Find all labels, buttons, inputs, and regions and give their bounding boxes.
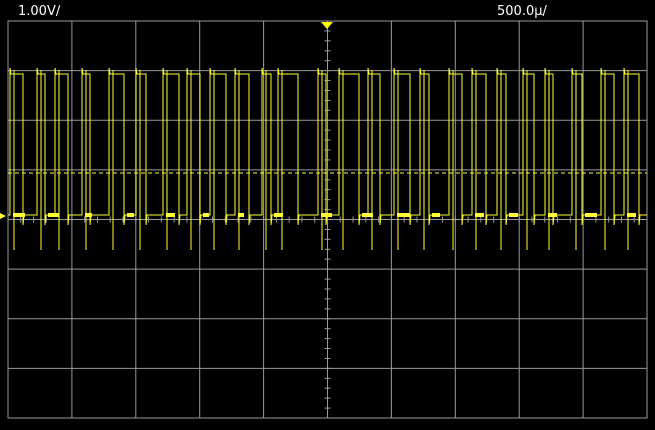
noise-burst xyxy=(627,213,636,217)
noise-burst xyxy=(548,213,557,217)
noise-burst xyxy=(127,213,134,217)
noise-burst xyxy=(362,213,373,217)
noise-burst xyxy=(432,213,440,217)
waveform-screen xyxy=(0,20,648,419)
noise-burst xyxy=(238,213,244,217)
oscilloscope-display: 1.00V/ 500.0µ/ xyxy=(0,0,655,430)
noise-burst xyxy=(166,213,175,217)
noise-burst xyxy=(397,213,410,217)
noise-burst xyxy=(321,213,332,217)
noise-burst xyxy=(509,213,518,217)
noise-burst xyxy=(203,213,209,217)
noise-burst xyxy=(274,213,283,217)
channel-1-ground-marker xyxy=(0,213,6,219)
noise-burst xyxy=(48,213,59,217)
noise-burst xyxy=(13,213,25,217)
graticule xyxy=(7,20,648,419)
channel-1-trace xyxy=(0,67,647,250)
noise-burst xyxy=(475,213,484,217)
noise-burst xyxy=(585,213,597,217)
noise-burst xyxy=(85,213,92,217)
trigger-position-triangle-icon[interactable] xyxy=(321,22,333,29)
